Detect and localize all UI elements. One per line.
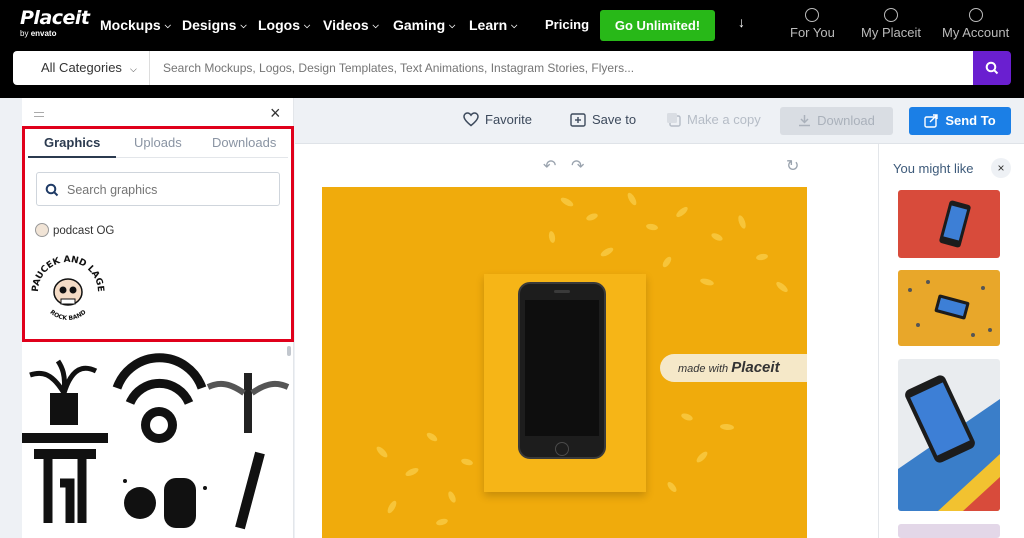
chevron-down-icon: ⌵ bbox=[129, 64, 137, 74]
send-to-button[interactable]: Send To bbox=[909, 107, 1011, 135]
phone-screen[interactable] bbox=[525, 300, 599, 436]
chevron-down-icon: ⌵ bbox=[449, 21, 456, 30]
heart-icon bbox=[463, 112, 479, 127]
make-copy-button[interactable]: Make a copy bbox=[666, 112, 761, 127]
logo-subtext: by envato bbox=[20, 29, 57, 38]
download-button[interactable]: Download bbox=[780, 107, 893, 135]
phone-camera bbox=[554, 290, 570, 293]
my-placeit-link[interactable]: My Placeit bbox=[861, 8, 921, 40]
graphics-search-input[interactable] bbox=[67, 180, 267, 200]
refresh-icon[interactable]: ↻ bbox=[786, 156, 799, 176]
folder-plus-icon bbox=[570, 113, 586, 127]
nav-learn[interactable]: Learn ⌵ bbox=[469, 17, 517, 33]
search-icon bbox=[985, 61, 999, 75]
tab-graphics[interactable]: Graphics bbox=[44, 135, 100, 150]
wifi-eye-graphic[interactable] bbox=[112, 353, 207, 443]
upload-folder-item[interactable]: podcast OG bbox=[35, 223, 114, 237]
graphics-grid bbox=[22, 353, 294, 538]
active-tab-indicator bbox=[28, 156, 116, 158]
svg-text:ROCK BAND: ROCK BAND bbox=[48, 309, 87, 322]
search-button[interactable] bbox=[973, 51, 1011, 85]
smiley-icon bbox=[883, 8, 898, 22]
chevron-down-icon: ⌵ bbox=[304, 21, 311, 30]
close-icon[interactable]: × bbox=[270, 103, 281, 124]
suggestion-thumbnail[interactable] bbox=[898, 270, 1000, 346]
chevron-down-icon: ⌵ bbox=[372, 21, 379, 30]
drag-handle-icon[interactable] bbox=[34, 112, 44, 117]
editor-toolbar: Favorite Save to Make a copy Download Se… bbox=[295, 98, 1024, 144]
vase-pots-graphic[interactable] bbox=[123, 478, 207, 528]
nav-mockups[interactable]: Mockups ⌵ bbox=[100, 17, 171, 33]
search-input[interactable] bbox=[150, 51, 973, 85]
tab-downloads[interactable]: Downloads bbox=[212, 135, 276, 150]
mockup-preview-image[interactable]: made with Placeit bbox=[322, 187, 807, 538]
my-account-link[interactable]: My Account bbox=[942, 8, 1009, 40]
totem-graphic[interactable] bbox=[22, 433, 108, 523]
chevron-down-icon: ⌵ bbox=[164, 21, 171, 30]
suggestions-panel: You might like × bbox=[878, 144, 1024, 538]
share-icon bbox=[924, 114, 939, 128]
canvas-area: ↶ ↷ ↻ made with Placeit bbox=[295, 144, 878, 538]
for-you-link[interactable]: For You bbox=[790, 8, 835, 40]
plant-pot-graphic[interactable] bbox=[29, 359, 98, 425]
graphics-panel: × Graphics Uploads Downloads podcast OG … bbox=[22, 98, 294, 538]
redo-icon[interactable]: ↷ bbox=[571, 156, 584, 176]
phone-device bbox=[518, 282, 606, 459]
suggestion-thumbnail[interactable] bbox=[898, 359, 1000, 511]
search-bar: All Categories ⌵ bbox=[0, 51, 1024, 98]
phone-home-button bbox=[555, 442, 569, 456]
chevron-down-icon: ⌵ bbox=[240, 21, 247, 30]
undo-icon[interactable]: ↶ bbox=[543, 156, 556, 176]
rock-band-badge-graphic[interactable]: PAUCEK AND LAGE ROCK BAND bbox=[28, 248, 108, 328]
user-icon bbox=[968, 8, 983, 22]
chevron-down-icon: ⌵ bbox=[511, 21, 518, 30]
nav-videos[interactable]: Videos ⌵ bbox=[323, 17, 379, 33]
suggestions-title: You might like bbox=[893, 161, 974, 176]
top-navigation-bar: Placeit by envato Mockups ⌵ Designs ⌵ Logo… bbox=[0, 0, 1024, 51]
go-unlimited-button[interactable]: Go Unlimited! bbox=[600, 10, 715, 41]
category-select[interactable]: All Categories ⌵ bbox=[13, 51, 150, 85]
tab-uploads[interactable]: Uploads bbox=[134, 135, 182, 150]
logo-text: Placeit bbox=[20, 7, 90, 29]
favorite-button[interactable]: Favorite bbox=[463, 112, 532, 127]
placeit-watermark: made with Placeit bbox=[660, 354, 807, 382]
download-icon bbox=[799, 115, 811, 127]
nav-logos[interactable]: Logos ⌵ bbox=[258, 17, 310, 33]
upload-avatar-icon bbox=[35, 223, 49, 237]
slash-graphic[interactable] bbox=[235, 451, 265, 530]
nav-designs[interactable]: Designs ⌵ bbox=[182, 17, 247, 33]
placeit-logo[interactable]: Placeit by envato bbox=[20, 8, 90, 38]
copy-icon bbox=[667, 113, 681, 127]
search-icon bbox=[45, 183, 59, 197]
close-icon[interactable]: × bbox=[991, 158, 1011, 178]
graphics-search-field[interactable] bbox=[36, 172, 280, 206]
save-to-button[interactable]: Save to bbox=[570, 112, 636, 127]
suggestion-thumbnail[interactable] bbox=[898, 190, 1000, 258]
compass-icon bbox=[805, 8, 820, 22]
winged-spark-plug-graphic[interactable] bbox=[206, 373, 290, 433]
nav-gaming[interactable]: Gaming ⌵ bbox=[393, 17, 455, 33]
nav-pricing[interactable]: Pricing bbox=[545, 17, 589, 32]
download-arrow-icon[interactable]: ↓ bbox=[738, 14, 745, 30]
suggestion-thumbnail[interactable] bbox=[898, 524, 1000, 538]
